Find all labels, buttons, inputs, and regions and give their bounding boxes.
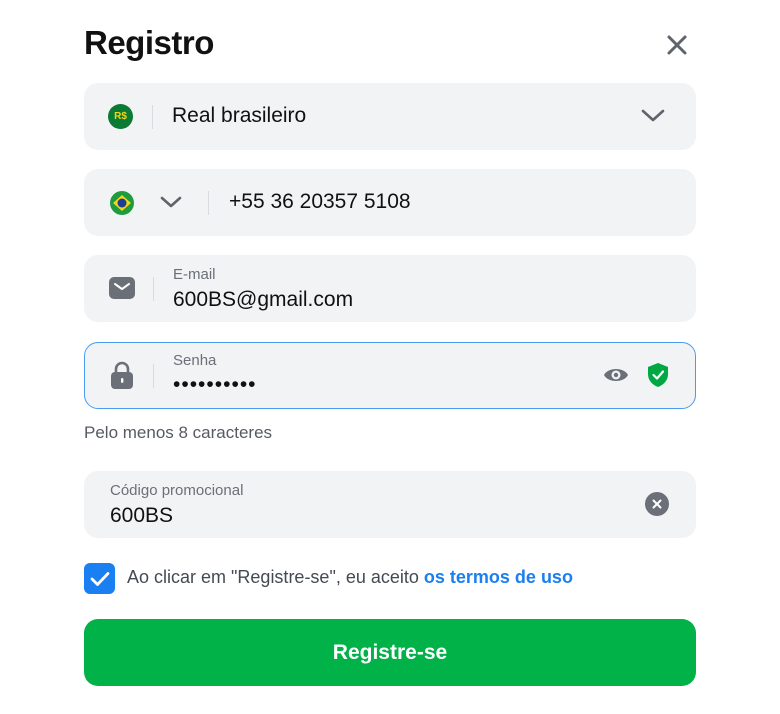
- promo-code-field[interactable]: Código promocional 600BS: [84, 471, 696, 538]
- chevron-down-icon: [641, 109, 665, 122]
- register-button[interactable]: Registre-se: [84, 619, 696, 686]
- currency-select[interactable]: R$ Real brasileiro: [84, 83, 696, 150]
- currency-value: Real brasileiro: [172, 104, 307, 127]
- password-value: ••••••••••: [173, 373, 257, 396]
- promo-label: Código promocional: [110, 482, 244, 499]
- phone-field[interactable]: +55 36 20357 5108: [84, 169, 696, 236]
- currency-real-icon: R$: [108, 104, 133, 129]
- terms-link[interactable]: os termos de uso: [424, 567, 573, 587]
- shield-check-icon: [648, 363, 668, 387]
- lock-icon: [111, 361, 133, 389]
- password-field[interactable]: Senha ••••••••••: [84, 342, 696, 409]
- close-button[interactable]: [660, 28, 694, 62]
- currency-badge: R$: [114, 111, 127, 122]
- phone-value: +55 36 20357 5108: [229, 190, 411, 213]
- dialog-title: Registro: [84, 24, 214, 61]
- password-hint: Pelo menos 8 caracteres: [84, 423, 273, 442]
- email-label: E-mail: [173, 266, 216, 283]
- envelope-icon: [109, 277, 135, 299]
- promo-value: 600BS: [110, 504, 174, 527]
- email-field[interactable]: E-mail 600BS@gmail.com: [84, 255, 696, 322]
- checkmark-icon: [90, 571, 109, 586]
- terms-text: Ao clicar em "Registre-se", eu aceito os…: [127, 567, 573, 588]
- country-chevron-icon[interactable]: [160, 196, 182, 209]
- close-icon: [667, 35, 687, 55]
- terms-label: Ao clicar em "Registre-se", eu aceito: [127, 567, 424, 587]
- eye-icon[interactable]: [603, 366, 629, 384]
- terms-checkbox[interactable]: [84, 563, 115, 594]
- clear-icon[interactable]: [645, 492, 669, 516]
- password-label: Senha: [173, 352, 217, 369]
- brazil-flag-icon: [110, 191, 134, 215]
- email-value: 600BS@gmail.com: [173, 288, 354, 311]
